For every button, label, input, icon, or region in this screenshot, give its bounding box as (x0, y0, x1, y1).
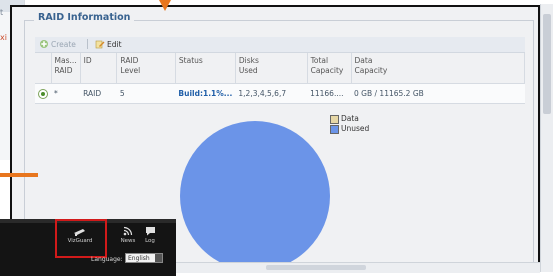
legend-item-unused: Unused (330, 124, 369, 134)
vertical-scrollbar[interactable] (540, 4, 553, 272)
select-column-header (35, 53, 52, 84)
column-header-disks-used[interactable]: Disks Used (235, 53, 308, 84)
horizontal-scrollbar-thumb[interactable] (266, 265, 366, 270)
log-label: Log (145, 238, 155, 244)
callout-arrow-line (0, 173, 38, 177)
create-label: Create (51, 39, 76, 49)
raid-toolbar: Create Edit (35, 37, 525, 53)
column-header-id[interactable]: ID (80, 53, 118, 84)
chevron-down-icon (155, 254, 162, 262)
background-window-link[interactable]: xi (0, 33, 7, 42)
table-header-row: Mas... RAID ID RAID Level Status Disks U… (35, 53, 526, 84)
raid-table: Mas... RAID ID RAID Level Status Disks U… (35, 53, 526, 104)
vertical-scrollbar-thumb[interactable] (543, 14, 551, 114)
chat-icon (145, 227, 155, 236)
id-cell: RAID (80, 83, 117, 104)
log-button[interactable]: Log (140, 226, 160, 244)
language-select-value: English (128, 255, 150, 262)
legend-item-data: Data (330, 114, 369, 124)
create-button[interactable]: Create (39, 38, 76, 50)
panel-title: RAID Information (34, 12, 135, 23)
edit-button[interactable]: Edit (95, 38, 122, 50)
column-header-raid-level[interactable]: RAID Level (116, 53, 176, 84)
capacity-pie-chart (180, 121, 330, 271)
status-cell: Build:1.1%... (175, 83, 236, 104)
edit-label: Edit (107, 39, 122, 49)
pie-slice-unused (180, 121, 330, 271)
callout-arrow-down (159, 0, 171, 11)
master-raid-cell: * (51, 83, 81, 104)
legend-label-unused: Unused (341, 124, 370, 133)
horizontal-scrollbar[interactable] (176, 262, 540, 273)
column-header-master-raid[interactable]: Mas... RAID (51, 53, 81, 84)
column-header-data-capacity[interactable]: Data Capacity (351, 53, 526, 84)
background-window-text: t (0, 8, 4, 17)
column-header-status[interactable]: Status (175, 53, 236, 84)
language-select[interactable]: English (125, 253, 163, 263)
pie-legend: Data Unused (330, 114, 369, 134)
language-label: Language: (91, 256, 123, 263)
data-capacity-cell: 0 GB / 11165.2 GB (351, 83, 525, 104)
edit-icon (95, 40, 105, 49)
news-label: News (120, 238, 136, 244)
total-capacity-cell: 11166.... (307, 83, 352, 104)
legend-label-data: Data (341, 114, 359, 123)
rss-icon (123, 226, 133, 236)
legend-swatch-data (330, 114, 339, 124)
vizguard-highlight-box (55, 219, 107, 258)
create-icon (40, 40, 48, 48)
table-row[interactable]: * RAID 5 Build:1.1%... 1,2,3,4,5,6,7 111… (35, 83, 525, 104)
column-header-total-capacity[interactable]: Total Capacity (307, 53, 352, 84)
row-select-cell[interactable] (35, 83, 51, 104)
disks-used-cell: 1,2,3,4,5,6,7 (235, 83, 308, 104)
legend-swatch-unused (330, 124, 339, 134)
row-radio-button[interactable] (38, 88, 48, 99)
toolbar-separator (87, 39, 88, 49)
raid-level-cell: 5 (116, 83, 176, 104)
news-button[interactable]: News (118, 226, 138, 244)
